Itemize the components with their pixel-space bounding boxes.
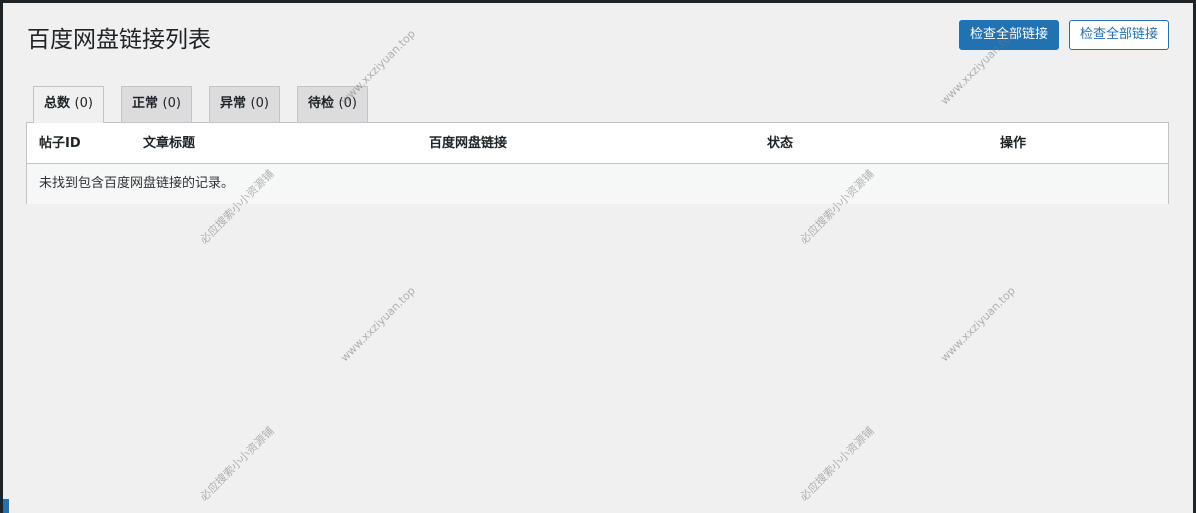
tab-count: (0) bbox=[338, 96, 357, 111]
tab-count: (0) bbox=[162, 96, 181, 111]
tab-abnormal[interactable]: 异常 (0) bbox=[209, 86, 280, 122]
column-actions: 操作 bbox=[1000, 136, 1027, 151]
column-pan-link: 百度网盘链接 bbox=[429, 136, 508, 151]
watermark-url: www.xxziyuan.top bbox=[338, 284, 418, 365]
tab-total[interactable]: 总数 (0) bbox=[33, 86, 104, 123]
watermark-cn: 必应搜索小小资源铺 bbox=[197, 424, 277, 504]
links-table: 帖子ID 文章标题 百度网盘链接 状态 操作 未找到包含百度网盘链接的记录。 bbox=[26, 122, 1169, 204]
column-post-title: 文章标题 bbox=[143, 136, 196, 151]
tab-label: 待检 bbox=[308, 96, 335, 111]
table-row: 未找到包含百度网盘链接的记录。 bbox=[27, 164, 1168, 204]
tab-count: (0) bbox=[74, 96, 93, 111]
column-post-id: 帖子ID bbox=[39, 136, 81, 151]
sidebar-edge bbox=[3, 499, 9, 513]
page-title: 百度网盘链接列表 bbox=[27, 27, 211, 53]
tab-count: (0) bbox=[250, 96, 269, 111]
watermark-url: www.xxziyuan.top bbox=[938, 284, 1018, 365]
check-all-links-button-primary[interactable]: 检查全部链接 bbox=[959, 20, 1059, 50]
empty-message: 未找到包含百度网盘链接的记录。 bbox=[39, 176, 235, 191]
check-all-links-button-secondary[interactable]: 检查全部链接 bbox=[1069, 20, 1169, 50]
column-status: 状态 bbox=[767, 136, 794, 151]
tab-label: 正常 bbox=[132, 96, 159, 111]
watermark-cn: 必应搜索小小资源铺 bbox=[797, 424, 877, 504]
tab-normal[interactable]: 正常 (0) bbox=[121, 86, 192, 122]
admin-page: 百度网盘链接列表 检查全部链接 检查全部链接 总数 (0) 正常 (0) 异常 … bbox=[3, 3, 1193, 513]
table-header: 帖子ID 文章标题 百度网盘链接 状态 操作 bbox=[27, 123, 1168, 164]
tab-label: 总数 bbox=[44, 96, 71, 111]
tab-pending[interactable]: 待检 (0) bbox=[297, 86, 368, 122]
tab-label: 异常 bbox=[220, 96, 247, 111]
